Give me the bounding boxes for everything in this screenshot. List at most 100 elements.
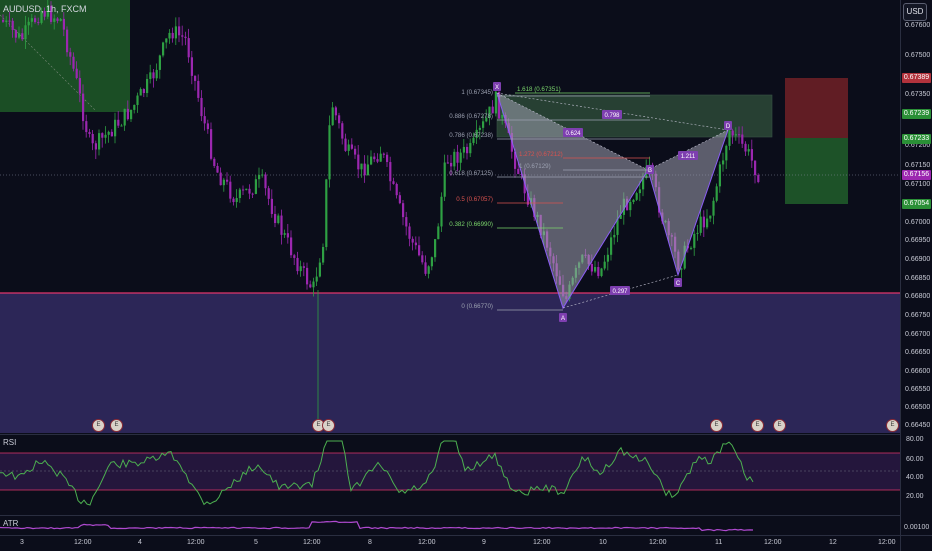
candle-body bbox=[373, 156, 376, 160]
rsi-chart[interactable] bbox=[0, 435, 900, 515]
event-marker-icon[interactable]: E bbox=[710, 419, 723, 432]
price-tick-label: 0.66650 bbox=[905, 349, 931, 356]
candle-body bbox=[117, 119, 120, 126]
event-marker-icon[interactable]: E bbox=[92, 419, 105, 432]
main-chart-pane[interactable]: X A B C D 0.624 0.798 1.211 0.297 1.618 (0.67351)… bbox=[0, 0, 900, 433]
pattern-point-label: X bbox=[495, 85, 499, 91]
candle-body bbox=[165, 38, 168, 43]
currency-button[interactable]: USD bbox=[903, 3, 927, 21]
symbol-label[interactable]: AUDUSD, 1h, FXCM bbox=[3, 4, 87, 14]
candle-body bbox=[197, 80, 200, 98]
candle-body bbox=[414, 242, 417, 246]
price-chart[interactable]: X A B C D 0.624 0.798 1.211 0.297 1.618 (0.67351)… bbox=[0, 0, 900, 433]
candle-body bbox=[24, 25, 27, 40]
price-tick-label: 0.66750 bbox=[905, 312, 931, 319]
candle-body bbox=[306, 267, 309, 285]
position-box-target bbox=[785, 138, 848, 204]
candle-body bbox=[482, 121, 485, 128]
candle-body bbox=[21, 33, 24, 40]
rsi-tick-label: 80.00 bbox=[906, 436, 924, 443]
candle-body bbox=[379, 153, 382, 162]
candle-body bbox=[120, 125, 123, 127]
candle-body bbox=[283, 233, 286, 235]
candle-body bbox=[386, 154, 389, 163]
candle-body bbox=[395, 183, 398, 196]
candle-body bbox=[632, 199, 635, 203]
candle-body bbox=[222, 179, 225, 186]
candle-body bbox=[56, 18, 59, 21]
atr-chart[interactable] bbox=[0, 516, 900, 536]
rsi-tick-label: 60.00 bbox=[906, 456, 924, 463]
pattern-point-label: B bbox=[648, 168, 652, 174]
candle-body bbox=[690, 247, 693, 249]
candle-body bbox=[344, 138, 347, 151]
candle-body bbox=[184, 36, 187, 39]
event-marker-icon[interactable]: E bbox=[751, 419, 764, 432]
candle-body bbox=[155, 69, 158, 79]
atr-line bbox=[0, 520, 754, 532]
candle-body bbox=[402, 203, 405, 218]
candle-body bbox=[354, 148, 357, 155]
fib-level-label: 0.786 (0.67238) bbox=[449, 132, 493, 139]
time-tick-label: 8 bbox=[368, 539, 372, 546]
candle-body bbox=[78, 78, 81, 94]
candle-body bbox=[149, 72, 152, 79]
fib-level-label: 1.272 (0.67212) bbox=[519, 151, 563, 158]
price-tick-label: 0.67600 bbox=[905, 22, 931, 29]
candle-body bbox=[331, 107, 334, 126]
candle-body bbox=[248, 188, 251, 194]
atr-tick-label: 0.00100 bbox=[904, 524, 930, 531]
price-tag: 0.67389 bbox=[902, 73, 931, 83]
atr-pane[interactable]: ATR bbox=[0, 515, 900, 536]
candle-body bbox=[715, 186, 718, 201]
fib-level-label: 0.382 (0.66990) bbox=[449, 221, 493, 228]
candle-body bbox=[210, 129, 213, 159]
candle-body bbox=[680, 268, 683, 270]
candle-body bbox=[478, 127, 481, 130]
pattern-ratio-label: 0.297 bbox=[612, 289, 628, 295]
candle-body bbox=[613, 234, 616, 238]
candle-body bbox=[315, 276, 318, 282]
candle-body bbox=[629, 202, 632, 211]
pattern-point-label: C bbox=[676, 281, 681, 287]
time-axis[interactable]: 3 12:00 4 12:00 5 12:00 8 12:00 9 12:00 10 12:00 11 1… bbox=[0, 535, 900, 551]
event-marker-icon[interactable]: E bbox=[773, 419, 786, 432]
candle-body bbox=[347, 144, 350, 151]
time-tick-label: 10 bbox=[599, 539, 607, 546]
candle-body bbox=[174, 26, 177, 39]
price-axis[interactable]: 0.67600 0.67500 0.67350 0.67200 0.67150 0.671… bbox=[900, 0, 932, 535]
fib-level-label: 0.886 (0.67278) bbox=[449, 113, 493, 120]
price-tick-label: 0.66950 bbox=[905, 237, 931, 244]
candle-body bbox=[446, 162, 449, 164]
candle-body bbox=[702, 216, 705, 228]
pattern-point-label: D bbox=[726, 124, 731, 130]
candle-body bbox=[299, 266, 302, 272]
candle-body bbox=[98, 133, 101, 150]
candle-body bbox=[421, 255, 424, 263]
candle-body bbox=[338, 115, 341, 124]
fib-level-label: 1 (0.67345) bbox=[461, 89, 493, 96]
candle-body bbox=[466, 146, 469, 154]
candle-body bbox=[370, 156, 373, 165]
candle-body bbox=[741, 134, 744, 144]
event-marker-icon[interactable]: E bbox=[322, 419, 335, 432]
candle-body bbox=[440, 196, 443, 227]
fib-level-label: 0.618 (0.67125) bbox=[449, 170, 493, 177]
candle-body bbox=[136, 95, 139, 105]
candle-body bbox=[107, 131, 110, 135]
event-marker-icon[interactable]: E bbox=[886, 419, 899, 432]
candle-body bbox=[693, 233, 696, 248]
price-tick-label: 0.66700 bbox=[905, 331, 931, 338]
candle-body bbox=[8, 20, 11, 22]
candle-body bbox=[158, 55, 161, 70]
candle-body bbox=[325, 179, 328, 247]
candle-body bbox=[747, 149, 750, 152]
candle-body bbox=[312, 281, 315, 288]
candle-body bbox=[216, 165, 219, 173]
candle-body bbox=[142, 89, 145, 94]
candle-body bbox=[203, 116, 206, 124]
candle-body bbox=[238, 189, 241, 199]
rsi-pane[interactable]: RSI bbox=[0, 434, 900, 515]
fib-level-label: 0.5 (0.67057) bbox=[456, 196, 493, 203]
event-marker-icon[interactable]: E bbox=[110, 419, 123, 432]
